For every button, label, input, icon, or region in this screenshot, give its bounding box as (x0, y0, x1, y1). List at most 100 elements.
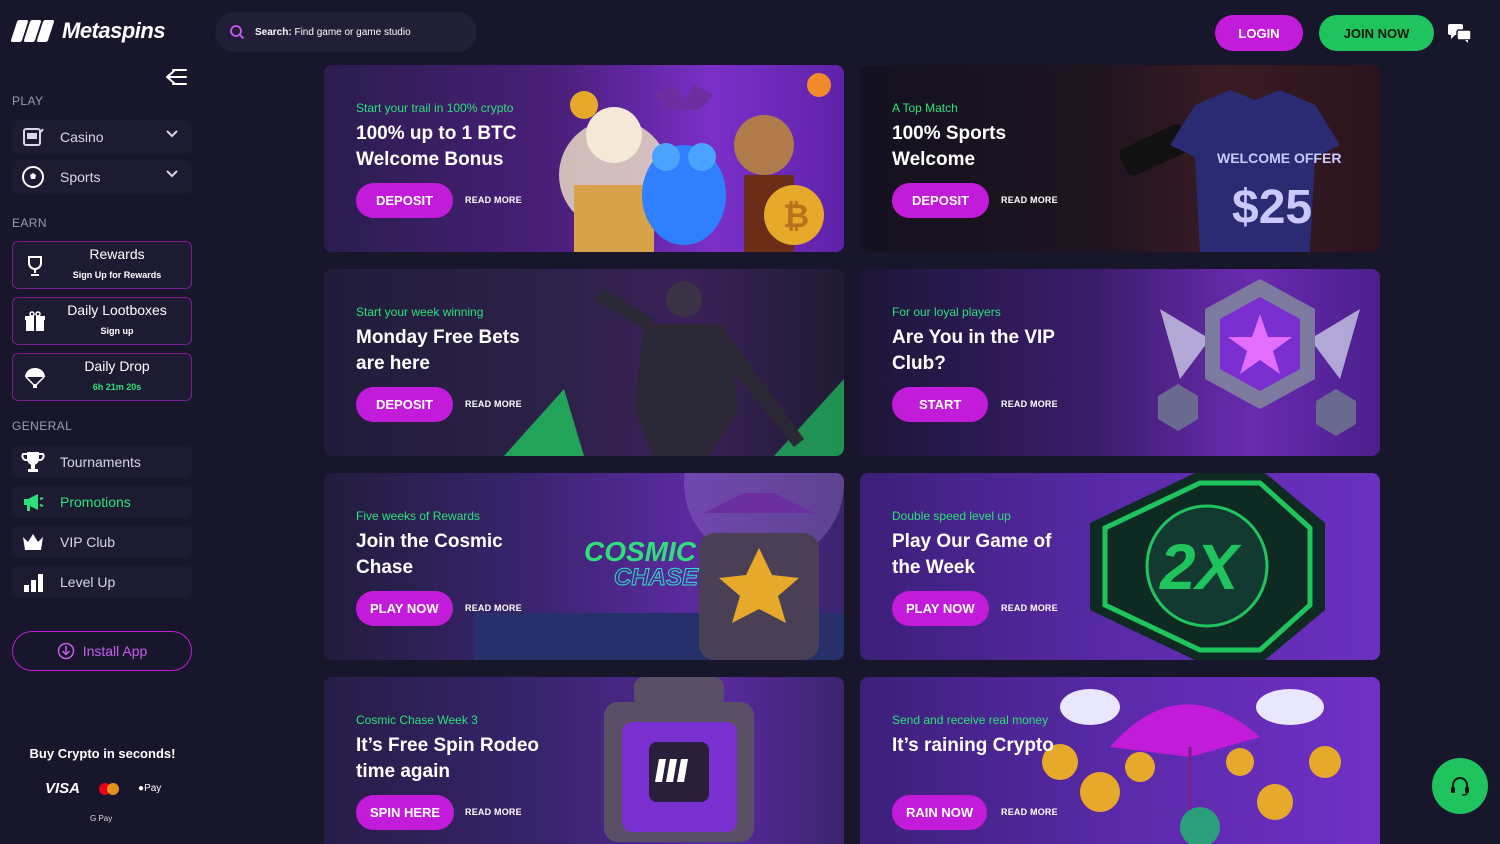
promo-card-cosmic-chase[interactable]: COSMIC CHASE Five weeks of Rewards Join … (324, 473, 844, 660)
promo-title: Monday Free Bets are here (356, 327, 520, 374)
start-button[interactable]: START (892, 387, 989, 422)
login-button[interactable]: LOGIN (1215, 15, 1303, 51)
logo[interactable]: Metaspins (10, 18, 166, 44)
earn-card-title: Daily Lootboxes (67, 302, 167, 318)
search-icon (230, 25, 244, 39)
chat-icon[interactable] (1447, 22, 1473, 44)
promo-subtitle: A Top Match (892, 101, 958, 115)
earn-card-title: Rewards (89, 246, 145, 262)
app-root: Metaspins Search: Find game or game stud… (0, 0, 1500, 844)
download-icon (57, 642, 74, 660)
earn-card-subtitle: Sign up (100, 326, 134, 336)
read-more-link[interactable]: READ MORE (465, 399, 522, 409)
cosmic-logo-text: COSMIC (584, 536, 697, 567)
soccer-ball-icon (20, 164, 46, 190)
section-label-general: GENERAL (12, 419, 73, 433)
promo-subtitle: Double speed level up (892, 509, 1011, 523)
google-pay-logo: G Pay (90, 814, 113, 823)
chase-logo-text: CHASE (614, 564, 699, 591)
payment-methods: VISA ●Pay (45, 780, 161, 797)
read-more-link[interactable]: READ MORE (465, 807, 522, 817)
sidebar-item-label: Casino (60, 129, 104, 145)
daily-drop-countdown: 6h 21m 20s (92, 382, 142, 392)
double-xp-chip-art: 2X (1090, 473, 1325, 660)
rain-now-button[interactable]: RAIN NOW (892, 795, 988, 830)
spin-here-button[interactable]: SPIN HERE (356, 795, 455, 830)
mastercard-icon (99, 782, 120, 795)
trophy-icon (20, 449, 46, 475)
play-now-button[interactable]: PLAY NOW (356, 591, 453, 626)
sidebar-item-label: Promotions (60, 494, 131, 510)
chevron-down-icon[interactable] (166, 130, 178, 138)
collapse-sidebar-button[interactable] (159, 64, 193, 90)
sports-jersey-art: WELCOME OFFER $25 (1119, 90, 1341, 252)
sidebar-item-label: Sports (60, 169, 101, 185)
search-input[interactable]: Search: Find game or game studio (215, 12, 477, 52)
read-more-link[interactable]: READ MORE (465, 603, 522, 613)
robot-lootbox-art (604, 677, 754, 842)
promo-title: 100% Sports Welcome (892, 123, 1007, 170)
vip-badge-art (1158, 279, 1360, 436)
promo-title: Are You in the VIP Club? (892, 327, 1055, 374)
sidebar-item-label: VIP Club (60, 534, 115, 550)
promo-title: It’s Free Spin Rodeo time again (356, 735, 539, 782)
promo-subtitle: Start your trail in 100% crypto (356, 101, 514, 115)
support-chat-button[interactable] (1432, 758, 1488, 814)
slot-machine-icon (20, 124, 46, 150)
sidebar-item-casino[interactable]: Casino (12, 120, 192, 154)
earn-card-lootboxes[interactable]: Daily Lootboxes Sign up (12, 297, 192, 345)
promo-subtitle: Send and receive real money (892, 713, 1049, 727)
search-placeholder: Search: Find game or game studio (255, 26, 411, 38)
play-now-button[interactable]: PLAY NOW (892, 591, 989, 626)
svg-text:₿: ₿ (783, 198, 809, 234)
read-more-link[interactable]: READ MORE (1001, 603, 1058, 613)
promo-card-monday-free-bets[interactable]: Start your week winning Monday Free Bets… (324, 269, 844, 456)
promo-subtitle: For our loyal players (892, 305, 1001, 319)
megaphone-icon (20, 489, 46, 515)
promo-subtitle: Start your week winning (356, 305, 484, 319)
headset-icon (1451, 777, 1469, 796)
deposit-button[interactable]: DEPOSIT (892, 183, 990, 218)
earn-card-rewards[interactable]: Rewards Sign Up for Rewards (12, 241, 192, 289)
jersey-amount-text: $25 (1232, 181, 1312, 234)
install-app-label: Install App (82, 643, 148, 659)
crown-icon (20, 529, 46, 555)
promo-card-sports-welcome[interactable]: WELCOME OFFER $25 A Top Match 100% Sport… (860, 65, 1380, 252)
join-now-button[interactable]: JOIN NOW (1319, 15, 1434, 51)
collapse-arrow-icon (166, 69, 187, 85)
deposit-button[interactable]: DEPOSIT (356, 387, 454, 422)
double-xp-text: 2X (1159, 531, 1242, 603)
promo-card-free-spin-rodeo[interactable]: Cosmic Chase Week 3 It’s Free Spin Rodeo… (324, 677, 844, 844)
read-more-link[interactable]: READ MORE (1001, 399, 1058, 409)
earn-card-daily-drop[interactable]: Daily Drop 6h 21m 20s (12, 353, 192, 401)
promo-card-vip-club[interactable]: For our loyal players Are You in the VIP… (860, 269, 1380, 456)
promo-card-game-of-week[interactable]: 2X Double speed level up Play Our Game o… (860, 473, 1380, 660)
read-more-link[interactable]: READ MORE (1001, 807, 1058, 817)
sidebar-item-sports[interactable]: Sports (12, 160, 192, 194)
install-app-button[interactable]: Install App (12, 631, 192, 671)
sidebar-item-level-up[interactable]: Level Up (12, 565, 192, 599)
sidebar-item-vip-club[interactable]: VIP Club (12, 525, 192, 559)
visa-logo: VISA (45, 780, 81, 797)
top-bar: Metaspins Search: Find game or game stud… (0, 0, 1500, 64)
deposit-button[interactable]: DEPOSIT (356, 183, 454, 218)
slot-characters-art: ₿ (559, 73, 831, 252)
footballer-art (504, 281, 844, 456)
promo-subtitle: Cosmic Chase Week 3 (356, 713, 478, 727)
read-more-link[interactable]: READ MORE (1001, 195, 1058, 205)
sidebar-item-promotions[interactable]: Promotions (12, 485, 192, 519)
sidebar-item-tournaments[interactable]: Tournaments (12, 445, 192, 479)
promo-title: Play Our Game of the Week (892, 531, 1052, 578)
jersey-offer-text: WELCOME OFFER (1217, 150, 1341, 166)
section-label-play: PLAY (12, 94, 44, 108)
promo-subtitle: Five weeks of Rewards (356, 509, 481, 523)
logo-mark-icon (10, 18, 58, 44)
logo-text: Metaspins (62, 18, 166, 43)
promo-card-welcome-bonus[interactable]: ₿ Start your trail in 100% crypto 100% u… (324, 65, 844, 252)
chevron-down-icon[interactable] (166, 170, 178, 178)
apple-pay-logo: ●Pay (138, 783, 162, 794)
read-more-link[interactable]: READ MORE (465, 195, 522, 205)
bar-chart-icon (20, 569, 46, 595)
promo-card-raining-crypto[interactable]: Send and receive real money It’s raining… (860, 677, 1380, 844)
earn-card-title: Daily Drop (84, 358, 150, 374)
